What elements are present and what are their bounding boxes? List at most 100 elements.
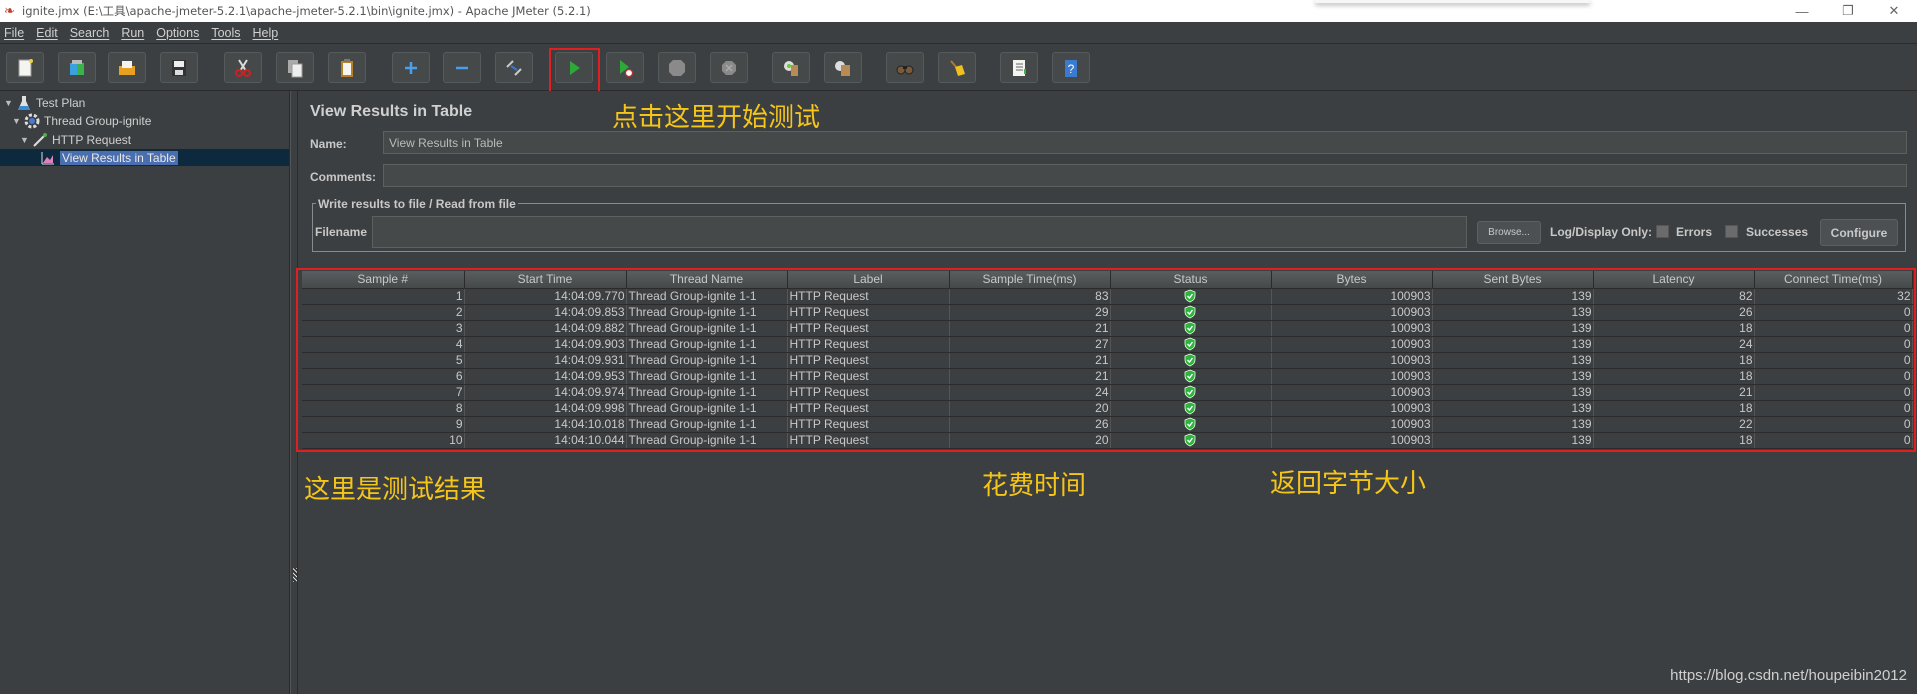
- table-row[interactable]: 3 14:04:09.882 Thread Group-ignite 1-1 HTTP…: [302, 320, 1913, 337]
- cell-start-time: 14:04:10.018: [464, 416, 627, 433]
- expand-all-button[interactable]: [392, 52, 430, 83]
- copy-button[interactable]: [276, 52, 314, 83]
- table-row[interactable]: 5 14:04:09.931 Thread Group-ignite 1-1 HTTP…: [302, 352, 1913, 369]
- results-table-container: Sample # Start Time Thread Name Label Sa…: [296, 268, 1916, 459]
- function-helper-button[interactable]: [1000, 52, 1038, 83]
- col-latency[interactable]: Latency: [1593, 271, 1755, 289]
- table-row[interactable]: 10 14:04:10.044 Thread Group-ignite 1-1 HTT…: [302, 432, 1913, 449]
- comments-input[interactable]: [383, 164, 1907, 187]
- cell-bytes: 100903: [1271, 352, 1433, 369]
- clear-button[interactable]: [772, 52, 810, 83]
- cell-bytes: 100903: [1271, 336, 1433, 353]
- cell-sent-bytes: 139: [1432, 384, 1594, 401]
- cell-sample-number: 5: [302, 352, 465, 369]
- tree-item-http-request[interactable]: ▼ HTTP Request: [20, 131, 131, 149]
- menu-tools[interactable]: Tools: [211, 26, 240, 40]
- cell-start-time: 14:04:09.998: [464, 400, 627, 417]
- cell-sample-time: 21: [949, 368, 1111, 385]
- col-start-time[interactable]: Start Time: [464, 271, 627, 289]
- table-row[interactable]: 9 14:04:10.018 Thread Group-ignite 1-1 HTTP…: [302, 416, 1913, 433]
- menu-search[interactable]: Search: [70, 26, 110, 40]
- success-shield-icon: [1184, 337, 1196, 351]
- test-plan-icon: [16, 95, 32, 111]
- toggle-button[interactable]: [495, 52, 533, 83]
- cell-status: [1110, 400, 1272, 417]
- open-button[interactable]: [108, 52, 146, 83]
- start-no-pauses-button[interactable]: [606, 52, 644, 83]
- cell-sample-time: 21: [949, 352, 1111, 369]
- restore-button[interactable]: ❐: [1825, 0, 1871, 22]
- name-input[interactable]: View Results in Table: [383, 131, 1907, 154]
- splitter-grip[interactable]: [293, 568, 297, 582]
- col-status[interactable]: Status: [1110, 271, 1272, 289]
- cell-sample-number: 7: [302, 384, 465, 401]
- stop-button[interactable]: [658, 52, 696, 83]
- table-row[interactable]: 1 14:04:09.770 Thread Group-ignite 1-1 HTTP…: [302, 288, 1913, 305]
- menu-edit[interactable]: Edit: [36, 26, 58, 40]
- browse-button[interactable]: Browse...: [1477, 221, 1541, 244]
- table-row[interactable]: 4 14:04:09.903 Thread Group-ignite 1-1 HTTP…: [302, 336, 1913, 353]
- search-button[interactable]: [886, 52, 924, 83]
- new-button[interactable]: [6, 52, 44, 83]
- cell-bytes: 100903: [1271, 288, 1433, 305]
- col-connect-time[interactable]: Connect Time(ms): [1754, 271, 1913, 289]
- tree-item-test-plan[interactable]: ▼ Test Plan: [4, 94, 85, 112]
- table-row[interactable]: 8 14:04:09.998 Thread Group-ignite 1-1 HTTP…: [302, 400, 1913, 417]
- errors-checkbox[interactable]: [1656, 225, 1669, 238]
- minimize-button[interactable]: —: [1779, 0, 1825, 22]
- errors-label: Errors: [1676, 225, 1713, 239]
- http-request-icon: [32, 132, 48, 148]
- panel-title: View Results in Table: [310, 103, 473, 120]
- cell-connect-time: 0: [1754, 304, 1913, 321]
- tree-item-thread-group[interactable]: ▼ Thread Group-ignite: [12, 112, 151, 130]
- annotation-time-hint: 花费时间: [982, 471, 1087, 501]
- save-button[interactable]: [160, 52, 198, 83]
- configure-button[interactable]: Configure: [1820, 219, 1898, 246]
- clear-all-button[interactable]: [824, 52, 862, 83]
- menu-run[interactable]: Run: [121, 26, 144, 40]
- success-shield-icon: [1184, 417, 1196, 431]
- cell-sample-time: 29: [949, 304, 1111, 321]
- success-shield-icon: [1184, 353, 1196, 367]
- col-label[interactable]: Label: [787, 271, 950, 289]
- expand-arrow-icon[interactable]: ▼: [12, 116, 24, 126]
- cell-label: HTTP Request: [787, 304, 950, 321]
- cell-sample-number: 9: [302, 416, 465, 433]
- help-button[interactable]: ?: [1052, 52, 1090, 83]
- save-icon: [172, 59, 186, 76]
- overlay-shadow: [1315, 0, 1590, 3]
- col-sample-time[interactable]: Sample Time(ms): [949, 271, 1111, 289]
- menu-help[interactable]: Help: [253, 26, 279, 40]
- templates-button[interactable]: [58, 52, 96, 83]
- paste-button[interactable]: [328, 52, 366, 83]
- col-sample-number[interactable]: Sample #: [302, 271, 465, 289]
- cell-connect-time: 0: [1754, 336, 1913, 353]
- thread-group-icon: [24, 113, 40, 129]
- cell-start-time: 14:04:09.770: [464, 288, 627, 305]
- tree-item-view-results-in-table[interactable]: View Results in Table: [40, 149, 178, 167]
- cell-thread-name: Thread Group-ignite 1-1: [626, 368, 788, 385]
- table-row[interactable]: 7 14:04:09.974 Thread Group-ignite 1-1 HTTP…: [302, 384, 1913, 401]
- cell-sample-time: 20: [949, 432, 1111, 449]
- close-button[interactable]: ✕: [1871, 0, 1917, 22]
- menu-options[interactable]: Options: [156, 26, 199, 40]
- expand-arrow-icon[interactable]: ▼: [4, 98, 16, 108]
- col-sent-bytes[interactable]: Sent Bytes: [1432, 271, 1594, 289]
- cell-sample-number: 6: [302, 368, 465, 385]
- reset-search-button[interactable]: [938, 52, 976, 83]
- menu-file[interactable]: File: [4, 26, 24, 40]
- cell-sent-bytes: 139: [1432, 368, 1594, 385]
- toolbar: ? 00:00:00 0 0/1: [0, 45, 1917, 123]
- col-bytes[interactable]: Bytes: [1271, 271, 1433, 289]
- cut-button[interactable]: [224, 52, 262, 83]
- cell-latency: 22: [1593, 416, 1755, 433]
- successes-checkbox[interactable]: [1725, 225, 1738, 238]
- shutdown-button[interactable]: [710, 52, 748, 83]
- expand-arrow-icon[interactable]: ▼: [20, 135, 32, 145]
- col-thread-name[interactable]: Thread Name: [626, 271, 788, 289]
- table-row[interactable]: 6 14:04:09.953 Thread Group-ignite 1-1 HTTP…: [302, 368, 1913, 385]
- filename-input[interactable]: [372, 216, 1467, 248]
- table-row[interactable]: 2 14:04:09.853 Thread Group-ignite 1-1 HTTP…: [302, 304, 1913, 321]
- cell-thread-name: Thread Group-ignite 1-1: [626, 320, 788, 337]
- collapse-all-button[interactable]: [443, 52, 481, 83]
